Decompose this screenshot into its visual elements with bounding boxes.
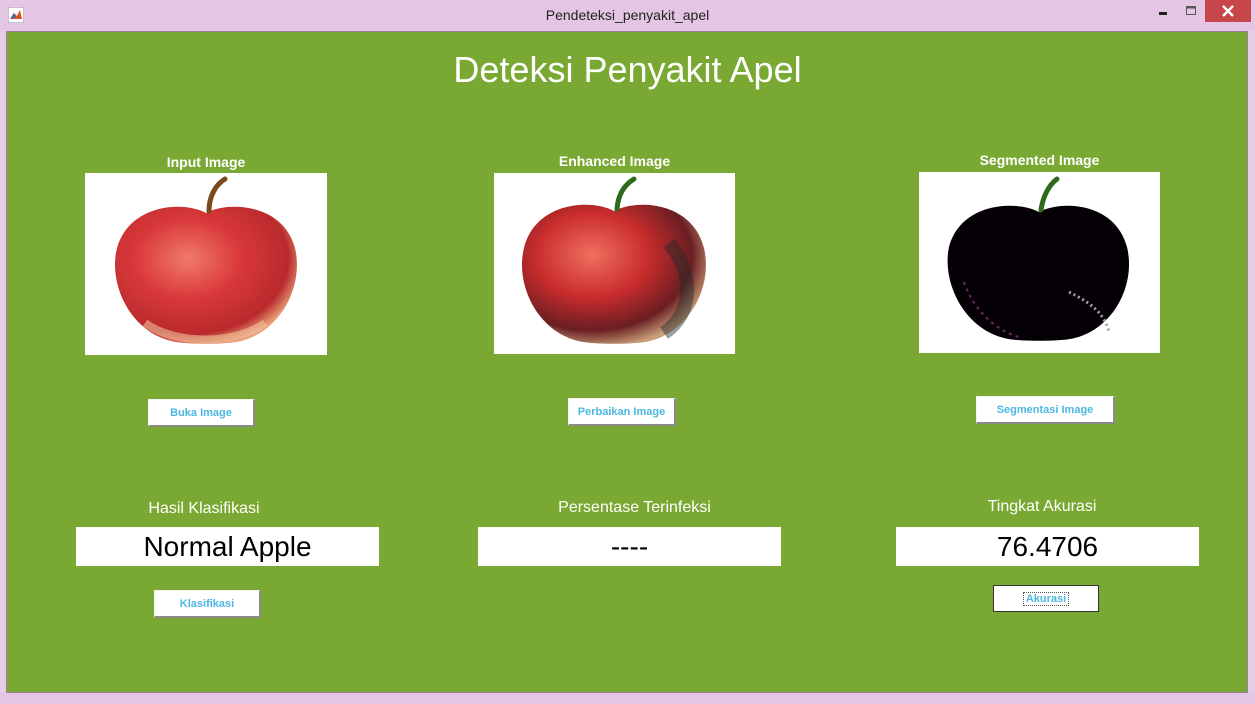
perbaikan-image-button[interactable]: Perbaikan Image	[568, 398, 676, 426]
enhanced-apple-image	[521, 176, 706, 344]
infection-percentage-result: ----	[478, 527, 781, 566]
minimize-button[interactable]	[1150, 0, 1176, 22]
segmented-image-axes	[919, 172, 1160, 353]
persentase-terinfeksi-label: Persentase Terinfeksi	[558, 499, 711, 516]
segmentasi-image-button-label: Segmentasi Image	[996, 403, 1094, 416]
buka-image-button-label: Buka Image	[170, 406, 232, 419]
minimize-icon	[1159, 12, 1167, 15]
segmentasi-image-button[interactable]: Segmentasi Image	[976, 396, 1115, 424]
close-button[interactable]	[1205, 0, 1251, 22]
maximize-icon	[1186, 6, 1196, 15]
tingkat-akurasi-label: Tingkat Akurasi	[987, 498, 1097, 515]
segmented-image-label: Segmented Image	[979, 152, 1100, 168]
klasifikasi-button[interactable]: Klasifikasi	[154, 590, 261, 618]
classification-result: Normal Apple	[76, 527, 379, 566]
perbaikan-image-button-label: Perbaikan Image	[577, 405, 666, 418]
window-titlebar: Pendeteksi_penyakit_apel	[0, 0, 1255, 30]
segmented-apple-image	[947, 176, 1130, 341]
buka-image-button[interactable]: Buka Image	[148, 399, 255, 427]
window-frame	[0, 693, 1255, 704]
page-title: Deteksi Penyakit Apel	[453, 49, 802, 90]
enhanced-image-label: Enhanced Image	[558, 153, 671, 169]
input-apple-image	[114, 176, 297, 344]
enhanced-image-axes	[494, 173, 735, 354]
input-image-label: Input Image	[166, 154, 246, 170]
klasifikasi-button-label: Klasifikasi	[179, 597, 235, 610]
close-icon	[1222, 5, 1234, 17]
input-image-axes	[85, 173, 327, 355]
maximize-button[interactable]	[1178, 0, 1204, 22]
accuracy-result: 76.4706	[896, 527, 1199, 566]
hasil-klasifikasi-label: Hasil Klasifikasi	[148, 500, 260, 517]
window-title: Pendeteksi_penyakit_apel	[545, 7, 710, 23]
akurasi-button-label: Akurasi	[1022, 591, 1070, 606]
akurasi-button[interactable]: Akurasi	[993, 585, 1099, 612]
